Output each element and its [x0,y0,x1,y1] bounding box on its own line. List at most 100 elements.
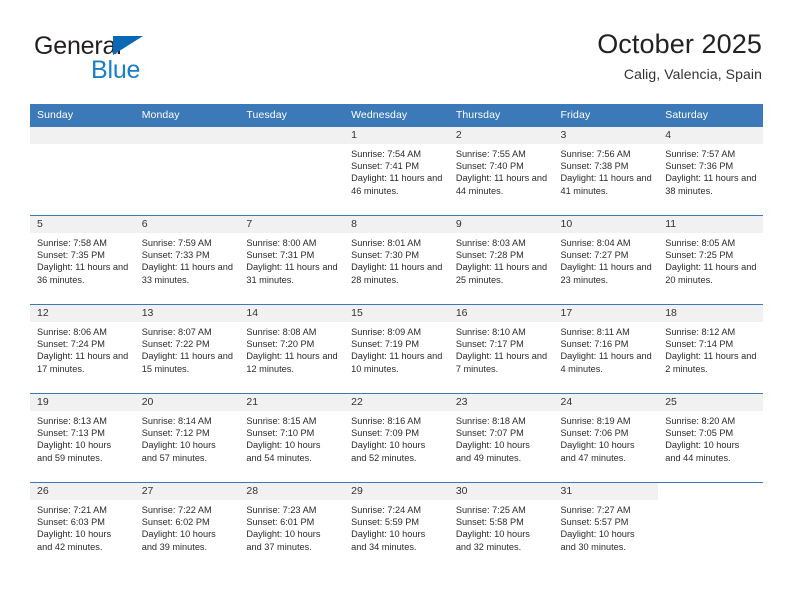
day-info: Sunrise: 8:15 AM Sunset: 7:10 PM Daylight:… [239,411,344,464]
day-cell-inner: 3 Sunrise: 7:56 AM Sunset: 7:38 PM Daylight… [553,127,659,215]
day-cell-inner: 23 Sunrise: 8:18 AM Sunset: 7:07 PM Dayligh… [448,394,554,482]
daylight-text: Daylight: 10 hours and 57 minutes. [141,440,216,463]
daylight-text: Daylight: 11 hours and 12 minutes. [246,351,338,374]
calendar-day-cell[interactable]: 31 Sunrise: 7:27 AM Sunset: 5:57 PM Dayligh… [553,482,659,571]
calendar-day-cell[interactable]: 9 Sunrise: 8:03 AM Sunset: 7:28 PM Daylight… [448,215,554,305]
day-cell-inner: 5 Sunrise: 7:58 AM Sunset: 7:35 PM Daylight… [30,216,135,304]
calendar-day-cell-empty [239,127,345,216]
calendar-day-cell[interactable]: 28 Sunrise: 7:23 AM Sunset: 6:01 PM Dayligh… [239,482,345,571]
sunrise-text: Sunrise: 7:27 AM [560,505,631,515]
daylight-text: Daylight: 11 hours and 38 minutes. [665,173,757,196]
calendar-header-row: Sunday Monday Tuesday Wednesday Thursday… [30,104,763,127]
day-cell-inner [658,483,763,571]
calendar-day-cell[interactable]: 11 Sunrise: 8:05 AM Sunset: 7:25 PM Dayligh… [658,215,763,305]
sunset-text: Sunset: 7:41 PM [351,161,420,172]
sunset-text: Sunset: 7:20 PM [246,339,315,350]
day-number: 23 [448,394,554,411]
calendar-day-cell[interactable]: 25 Sunrise: 8:20 AM Sunset: 7:05 PM Dayligh… [658,393,763,483]
sunrise-text: Sunrise: 8:00 AM [246,238,317,248]
day-number: 11 [658,216,763,233]
day-number: 2 [448,127,554,144]
sunset-text: Sunset: 7:14 PM [665,339,734,350]
day-info: Sunrise: 8:01 AM Sunset: 7:30 PM Daylight:… [344,233,449,286]
calendar-week-row: 19 Sunrise: 8:13 AM Sunset: 7:13 PM Dayligh… [30,393,763,483]
day-info: Sunrise: 8:12 AM Sunset: 7:14 PM Daylight:… [658,322,763,375]
day-info: Sunrise: 8:07 AM Sunset: 7:22 PM Daylight:… [135,322,240,375]
calendar-day-cell[interactable]: 26 Sunrise: 7:21 AM Sunset: 6:03 PM Dayligh… [30,482,135,571]
sunset-text: Sunset: 7:22 PM [141,339,210,350]
sunrise-text: Sunrise: 8:13 AM [37,416,107,426]
sunrise-text: Sunrise: 8:06 AM [37,327,107,337]
calendar-day-cell[interactable]: 2 Sunrise: 7:55 AM Sunset: 7:40 PM Daylight… [448,127,554,216]
sunrise-text: Sunrise: 8:12 AM [665,327,736,337]
day-cell-inner: 10 Sunrise: 8:04 AM Sunset: 7:27 PM Dayligh… [553,216,659,304]
calendar-day-cell[interactable]: 14 Sunrise: 8:08 AM Sunset: 7:20 PM Dayligh… [239,304,345,394]
calendar-day-cell[interactable]: 27 Sunrise: 7:22 AM Sunset: 6:02 PM Dayligh… [134,482,240,571]
calendar-day-cell[interactable]: 21 Sunrise: 8:15 AM Sunset: 7:10 PM Dayligh… [239,393,345,483]
calendar-day-cell[interactable]: 1 Sunrise: 7:54 AM Sunset: 7:41 PM Daylight… [344,127,449,216]
calendar-day-cell[interactable]: 19 Sunrise: 8:13 AM Sunset: 7:13 PM Dayligh… [30,393,135,483]
day-info: Sunrise: 8:03 AM Sunset: 7:28 PM Daylight:… [449,233,554,286]
calendar-day-cell[interactable]: 6 Sunrise: 7:59 AM Sunset: 7:33 PM Daylight… [134,215,240,305]
day-cell-inner: 31 Sunrise: 7:27 AM Sunset: 5:57 PM Dayligh… [553,483,659,571]
sunrise-text: Sunrise: 7:55 AM [455,149,526,159]
daylight-text: Daylight: 11 hours and 25 minutes. [455,262,548,285]
sunrise-text: Sunrise: 8:01 AM [351,238,422,248]
calendar-day-cell[interactable]: 12 Sunrise: 8:06 AM Sunset: 7:24 PM Dayligh… [30,304,135,394]
calendar-day-cell[interactable]: 20 Sunrise: 8:14 AM Sunset: 7:12 PM Dayligh… [134,393,240,483]
day-number: 15 [344,305,449,322]
day-cell-inner: 6 Sunrise: 7:59 AM Sunset: 7:33 PM Daylight… [134,216,240,304]
calendar-day-cell[interactable]: 3 Sunrise: 7:56 AM Sunset: 7:38 PM Daylight… [553,127,659,216]
day-cell-inner: 2 Sunrise: 7:55 AM Sunset: 7:40 PM Daylight… [448,127,554,215]
day-cell-inner: 17 Sunrise: 8:11 AM Sunset: 7:16 PM Dayligh… [553,305,659,393]
day-number: 4 [658,127,763,144]
sunrise-text: Sunrise: 7:56 AM [560,149,631,159]
general-blue-logo[interactable]: General Blue [34,34,234,92]
calendar-day-cell[interactable]: 29 Sunrise: 7:24 AM Sunset: 5:59 PM Dayligh… [344,482,449,571]
page-header: General Blue October 2025 Calig, Valenci… [30,28,762,96]
calendar-day-cell[interactable]: 16 Sunrise: 8:10 AM Sunset: 7:17 PM Dayligh… [448,304,554,394]
sunrise-text: Sunrise: 7:24 AM [351,505,422,515]
daylight-text: Daylight: 10 hours and 44 minutes. [665,440,740,463]
day-info: Sunrise: 8:11 AM Sunset: 7:16 PM Daylight:… [554,322,659,375]
calendar-day-cell[interactable]: 30 Sunrise: 7:25 AM Sunset: 5:58 PM Dayligh… [448,482,554,571]
calendar-day-cell[interactable]: 10 Sunrise: 8:04 AM Sunset: 7:27 PM Dayligh… [553,215,659,305]
day-number: 19 [30,394,135,411]
calendar-day-cell[interactable]: 4 Sunrise: 7:57 AM Sunset: 7:36 PM Daylight… [658,127,763,216]
calendar-day-cell[interactable]: 7 Sunrise: 8:00 AM Sunset: 7:31 PM Daylight… [239,215,345,305]
calendar-day-cell[interactable]: 5 Sunrise: 7:58 AM Sunset: 7:35 PM Daylight… [30,215,135,305]
daylight-text: Daylight: 10 hours and 42 minutes. [37,529,112,552]
calendar-page: General Blue October 2025 Calig, Valenci… [0,0,792,612]
sunrise-text: Sunrise: 7:22 AM [141,505,212,515]
day-number: 24 [553,394,659,411]
calendar-day-cell[interactable]: 22 Sunrise: 8:16 AM Sunset: 7:09 PM Dayligh… [344,393,449,483]
day-cell-inner: 28 Sunrise: 7:23 AM Sunset: 6:01 PM Dayligh… [239,483,345,571]
calendar-day-cell[interactable]: 13 Sunrise: 8:07 AM Sunset: 7:22 PM Dayligh… [134,304,240,394]
day-cell-inner [239,127,345,215]
calendar-day-cell[interactable]: 8 Sunrise: 8:01 AM Sunset: 7:30 PM Daylight… [344,215,449,305]
sunrise-text: Sunrise: 8:14 AM [141,416,212,426]
sunset-text: Sunset: 6:03 PM [37,517,105,528]
calendar-day-cell[interactable]: 24 Sunrise: 8:19 AM Sunset: 7:06 PM Dayligh… [553,393,659,483]
sunrise-text: Sunrise: 7:54 AM [351,149,422,159]
weekday-header-wednesday: Wednesday [344,104,449,127]
calendar-day-cell[interactable]: 18 Sunrise: 8:12 AM Sunset: 7:14 PM Dayligh… [658,304,763,394]
sunset-text: Sunset: 7:25 PM [665,250,734,261]
daylight-text: Daylight: 11 hours and 20 minutes. [665,262,757,285]
calendar-day-cell[interactable]: 15 Sunrise: 8:09 AM Sunset: 7:19 PM Dayligh… [344,304,449,394]
day-info: Sunrise: 8:10 AM Sunset: 7:17 PM Daylight:… [449,322,554,375]
day-cell-inner: 11 Sunrise: 8:05 AM Sunset: 7:25 PM Dayligh… [658,216,763,304]
day-number: 29 [344,483,449,500]
day-number: 3 [553,127,659,144]
day-number: 8 [344,216,449,233]
day-number: 17 [553,305,659,322]
daylight-text: Daylight: 11 hours and 7 minutes. [455,351,548,374]
calendar-day-cell[interactable]: 23 Sunrise: 8:18 AM Sunset: 7:07 PM Dayligh… [448,393,554,483]
calendar-day-cell[interactable]: 17 Sunrise: 8:11 AM Sunset: 7:16 PM Dayligh… [553,304,659,394]
daylight-text: Daylight: 11 hours and 23 minutes. [560,262,652,285]
sunrise-text: Sunrise: 8:15 AM [246,416,317,426]
day-info: Sunrise: 8:06 AM Sunset: 7:24 PM Daylight:… [30,322,135,375]
sunrise-text: Sunrise: 8:04 AM [560,238,631,248]
day-cell-inner [30,127,135,215]
sunrise-text: Sunrise: 7:59 AM [141,238,212,248]
